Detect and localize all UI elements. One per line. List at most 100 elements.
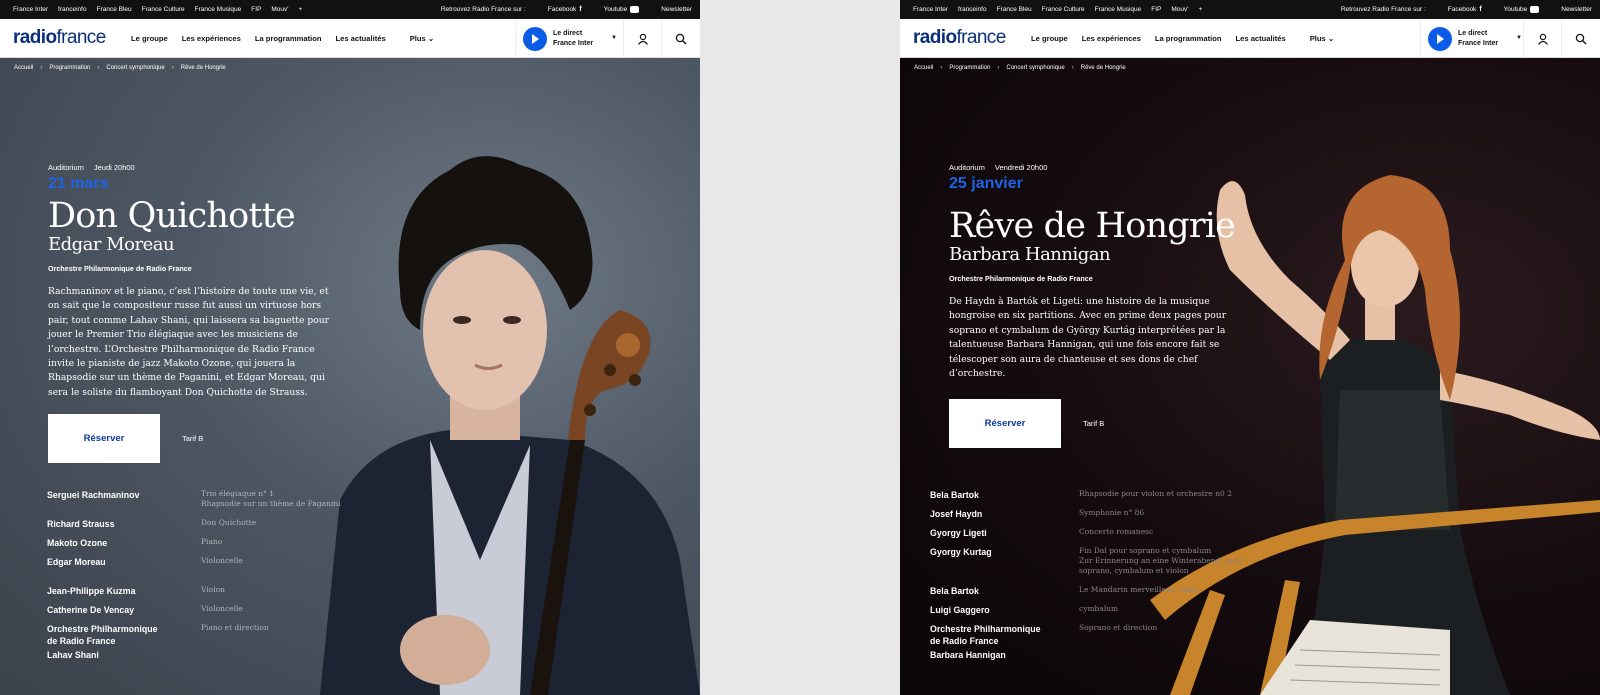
- radio-france-logo[interactable]: radiofrance: [913, 27, 1006, 49]
- more-sites-link[interactable]: +: [1199, 6, 1203, 13]
- concert-info: Auditorium Jeudi 20h00 21 mars Don Quich…: [48, 163, 338, 464]
- site-link[interactable]: France Musique: [195, 6, 242, 13]
- site-link[interactable]: France Inter: [13, 6, 48, 13]
- performer-name: Lahav Shani: [47, 650, 99, 660]
- site-link[interactable]: FIP: [1151, 6, 1161, 13]
- breadcrumb-item[interactable]: Concert symphonique: [1006, 65, 1064, 71]
- concert-meta: Auditorium Jeudi 20h00: [48, 163, 338, 172]
- work-title: Trio élégiaque n° 1 Rhapsodie sur un thè…: [201, 489, 341, 508]
- performer-name: Richard Strauss: [47, 519, 115, 529]
- breadcrumb-item[interactable]: Accueil: [14, 65, 33, 71]
- orchestra-name: Orchestre Philarmonique de Radio France: [48, 264, 192, 273]
- chevron-right-icon: ›: [997, 65, 1000, 71]
- logo-text-bold: radio: [13, 27, 57, 48]
- nav-les-actualites[interactable]: Les actualités: [1236, 34, 1286, 43]
- reserve-button[interactable]: Réserver: [949, 399, 1061, 449]
- nav-les-experiences[interactable]: Les expériences: [182, 34, 241, 43]
- site-link[interactable]: France Bleu: [997, 6, 1032, 13]
- work-title: Le Mandarin merveilleux, suite: [1079, 585, 1199, 594]
- account-button[interactable]: [1523, 19, 1561, 58]
- play-icon[interactable]: [523, 26, 547, 51]
- live-label: Le direct France Inter: [1458, 29, 1498, 49]
- chevron-right-icon: ›: [40, 65, 43, 71]
- concert-date: 25 janvier: [949, 175, 1023, 192]
- live-player[interactable]: Le direct France Inter ▼: [1420, 19, 1528, 58]
- nav-les-actualites[interactable]: Les actualités: [336, 34, 386, 43]
- social-links: Retrouvez Radio France sur : Facebook f Y…: [441, 6, 692, 13]
- nav-la-programmation[interactable]: La programmation: [1155, 34, 1222, 43]
- work-title: Piano et direction: [201, 623, 269, 632]
- play-icon[interactable]: [1428, 26, 1452, 51]
- live-label-line1: Le direct: [1458, 29, 1488, 37]
- nav-le-groupe[interactable]: Le groupe: [1031, 34, 1068, 43]
- search-button[interactable]: [661, 19, 699, 58]
- breadcrumb-current: Rêve de Hongrie: [1080, 65, 1126, 71]
- reserve-button[interactable]: Réserver: [48, 414, 160, 464]
- site-link[interactable]: France Culture: [142, 6, 185, 13]
- site-link[interactable]: Mouv': [1171, 6, 1188, 13]
- concert-soloist: Barbara Hannigan: [949, 244, 1111, 265]
- site-link[interactable]: franceinfo: [58, 6, 87, 13]
- price-tier: Tarif B: [182, 434, 204, 444]
- work-title: Concerto romanesc: [1079, 527, 1154, 536]
- orchestra-name: Orchestre Philarmonique de Radio France: [949, 274, 1093, 283]
- facebook-link[interactable]: Facebook f: [548, 6, 582, 13]
- site-link[interactable]: France Musique: [1095, 6, 1142, 13]
- caret-down-icon[interactable]: ▼: [1516, 35, 1522, 41]
- retrouvez-label: Retrouvez Radio France sur :: [440, 6, 526, 14]
- site-link[interactable]: franceinfo: [958, 6, 987, 13]
- user-icon: [637, 33, 648, 45]
- main-header: radiofrance Le groupe Les expériences La…: [900, 19, 1600, 58]
- facebook-link[interactable]: Facebook f: [1448, 6, 1482, 13]
- site-link[interactable]: France Culture: [1042, 6, 1085, 13]
- newsletter-link[interactable]: Newsletter: [661, 6, 692, 13]
- caret-down-icon[interactable]: ▼: [611, 35, 617, 41]
- live-player[interactable]: Le direct France Inter ▼: [515, 19, 623, 58]
- logo-text: france: [56, 27, 106, 48]
- performer-name: Orchestre Philharmonique de Radio France: [47, 624, 158, 646]
- booking-row: Réserver Tarif B: [949, 399, 1239, 449]
- account-button[interactable]: [623, 19, 661, 58]
- performer-name: Gyorgy Kurtag: [930, 547, 992, 557]
- work-title: Fin Dal pour soprano et cymbalum Zur Eri…: [1079, 546, 1243, 575]
- top-bar: France Inter franceinfo France Bleu Fran…: [900, 0, 1600, 19]
- logo-text: france: [956, 27, 1006, 48]
- performer-name: Josef Haydn: [930, 509, 983, 519]
- performer-name: Bela Bartok: [930, 490, 979, 500]
- site-link[interactable]: FIP: [251, 6, 261, 13]
- work-title: Rhapsodie pour violon et orchestre n0 2: [1079, 489, 1232, 498]
- programme-list: Serguei Rachmaninov Trio élégiaque n° 1 …: [47, 489, 347, 669]
- nav-le-groupe[interactable]: Le groupe: [131, 34, 168, 43]
- nav-plus-menu[interactable]: Plus ⌄: [410, 34, 435, 43]
- breadcrumb-item[interactable]: Programmation: [949, 65, 990, 71]
- logo-text-bold: radio: [913, 27, 957, 48]
- work-title: Don Quichotte: [201, 518, 257, 527]
- breadcrumb-item[interactable]: Accueil: [914, 65, 933, 71]
- site-link[interactable]: France Bleu: [97, 6, 132, 13]
- main-nav: Le groupe Les expériences La programmati…: [131, 34, 434, 43]
- nav-les-experiences[interactable]: Les expériences: [1082, 34, 1141, 43]
- more-sites-link[interactable]: +: [299, 6, 303, 13]
- top-bar: France Inter franceinfo France Bleu Fran…: [0, 0, 700, 19]
- facebook-icon: f: [1479, 6, 1482, 14]
- user-icon: [1537, 33, 1548, 45]
- chevron-down-icon: ⌄: [1327, 34, 1335, 43]
- breadcrumb-item[interactable]: Concert symphonique: [106, 65, 164, 71]
- youtube-link[interactable]: Youtube: [604, 6, 640, 13]
- chevron-right-icon: ›: [171, 65, 174, 71]
- breadcrumb: Accueil › Programmation › Concert symphoni…: [914, 65, 1126, 71]
- radio-france-logo[interactable]: radiofrance: [13, 27, 106, 49]
- main-header: radiofrance Le groupe Les expériences La…: [0, 19, 700, 58]
- breadcrumb-item[interactable]: Programmation: [49, 65, 90, 71]
- site-link[interactable]: France Inter: [913, 6, 948, 13]
- youtube-link[interactable]: Youtube: [1504, 6, 1540, 13]
- nav-plus-menu[interactable]: Plus ⌄: [1310, 34, 1335, 43]
- live-station-name: France Inter: [1458, 39, 1499, 47]
- performer-name: Serguei Rachmaninov: [47, 490, 140, 500]
- site-link[interactable]: Mouv': [271, 6, 288, 13]
- concert-page-reve-de-hongrie: France Inter franceinfo France Bleu Fran…: [900, 0, 1600, 695]
- performer-name: Bela Bartok: [930, 586, 979, 596]
- search-button[interactable]: [1561, 19, 1599, 58]
- nav-la-programmation[interactable]: La programmation: [255, 34, 322, 43]
- newsletter-link[interactable]: Newsletter: [1561, 6, 1592, 13]
